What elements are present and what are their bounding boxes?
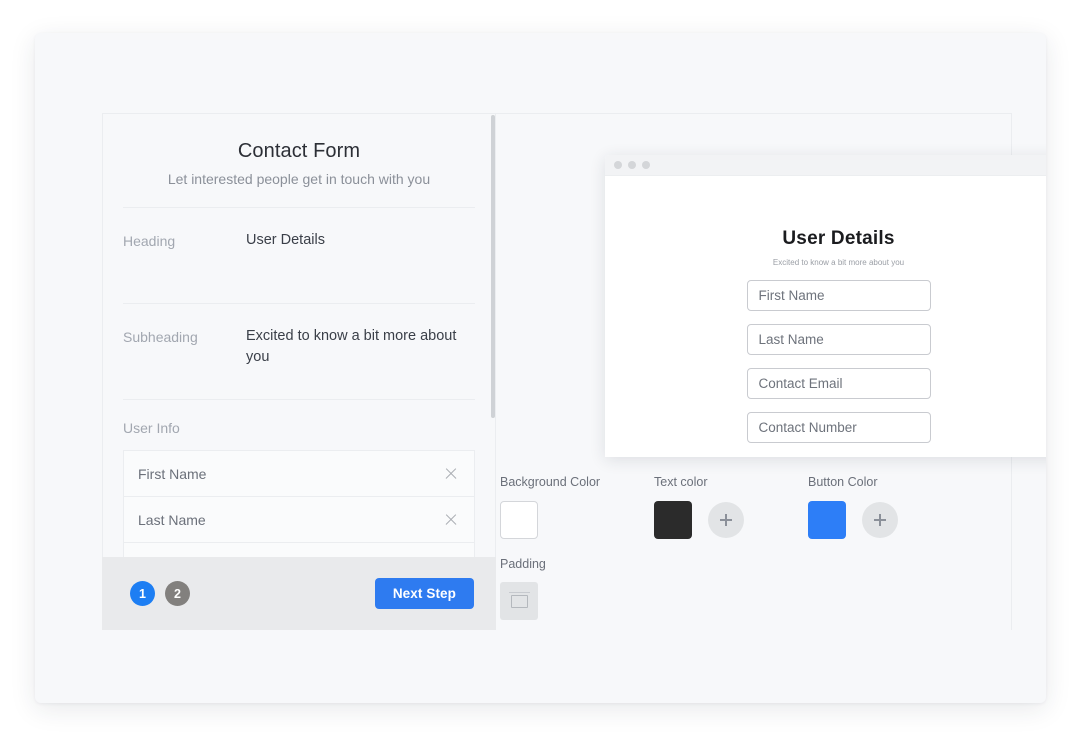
- page-subtitle: Let interested people get in touch with …: [167, 171, 431, 187]
- section-user-info: User Info: [103, 400, 495, 436]
- close-icon[interactable]: [444, 467, 458, 481]
- preview-input-first-name[interactable]: First Name: [746, 280, 931, 311]
- button-color-control: Button Color: [808, 475, 968, 620]
- field-label-heading: Heading: [123, 233, 176, 249]
- padding-icon: [508, 591, 530, 608]
- app-card: Contact Form Let interested people get i…: [35, 33, 1046, 703]
- preview-subheading: Excited to know a bit more about you: [772, 258, 905, 267]
- field-label-subheading: Subheading: [123, 329, 198, 345]
- window-dot-icon: [614, 161, 622, 169]
- preview-form-fields: First Name Last Name Contact Email Conta…: [605, 280, 1046, 443]
- background-color-control: Background Color Padding: [500, 475, 654, 620]
- preview-input-contact-email[interactable]: Contact Email: [746, 368, 931, 399]
- browser-titlebar: [605, 155, 1046, 176]
- preview-heading: User Details: [782, 228, 895, 249]
- close-icon[interactable]: [444, 513, 458, 527]
- section-label-user-info: User Info: [123, 420, 180, 436]
- padding-label: Padding: [500, 557, 546, 571]
- background-color-swatch[interactable]: [500, 501, 538, 539]
- preview-body: User Details Excited to know a bit more …: [605, 176, 1046, 457]
- button-color-swatch[interactable]: [808, 501, 846, 539]
- list-item[interactable]: First Name: [124, 451, 474, 497]
- text-color-swatch[interactable]: [654, 501, 692, 539]
- field-row-heading[interactable]: Heading User Details: [103, 208, 495, 303]
- button-color-label: Button Color: [808, 475, 878, 489]
- next-step-button[interactable]: Next Step: [374, 578, 474, 609]
- field-value-heading[interactable]: User Details: [246, 230, 475, 251]
- preview-input-contact-number[interactable]: Contact Number: [746, 412, 931, 443]
- editor-header: Contact Form Let interested people get i…: [103, 114, 495, 207]
- list-item-label: First Name: [138, 465, 207, 482]
- add-button-color-button[interactable]: [862, 502, 898, 538]
- add-text-color-button[interactable]: [708, 502, 744, 538]
- editor-footer: 1 2 Next Step: [102, 557, 496, 630]
- window-dot-icon: [642, 161, 650, 169]
- field-value-subheading[interactable]: Excited to know a bit more about you: [246, 326, 475, 368]
- field-row-subheading[interactable]: Subheading Excited to know a bit more ab…: [103, 304, 495, 399]
- padding-control: Padding: [500, 557, 654, 620]
- step-dot-1[interactable]: 1: [130, 581, 155, 606]
- browser-preview-window: User Details Excited to know a bit more …: [605, 155, 1046, 457]
- page-title: Contact Form: [237, 140, 361, 162]
- background-color-label: Background Color: [500, 475, 601, 489]
- preview-input-last-name[interactable]: Last Name: [746, 324, 931, 355]
- list-item-label: Last Name: [138, 511, 206, 528]
- text-color-label: Text color: [654, 475, 708, 489]
- padding-button[interactable]: [500, 582, 538, 620]
- workspace: Contact Form Let interested people get i…: [102, 113, 1046, 663]
- style-controls: Background Color Padding Text color Butt…: [500, 475, 970, 620]
- step-dot-2[interactable]: 2: [165, 581, 190, 606]
- window-dot-icon: [628, 161, 636, 169]
- editor-scrollbar[interactable]: [491, 115, 495, 418]
- form-editor-panel: Contact Form Let interested people get i…: [102, 113, 496, 630]
- step-indicator: 1 2: [130, 581, 190, 606]
- text-color-control: Text color: [654, 475, 808, 620]
- list-item[interactable]: Last Name: [124, 497, 474, 543]
